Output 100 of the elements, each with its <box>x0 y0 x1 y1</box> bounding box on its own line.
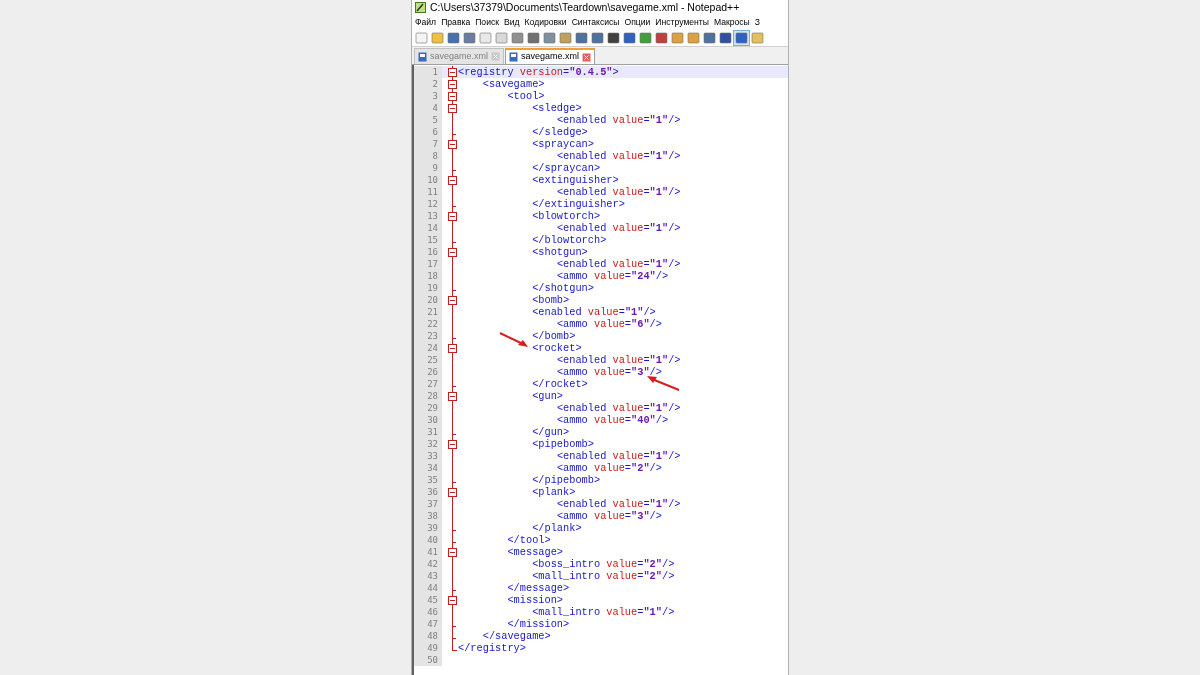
code-line: </registry> <box>458 642 526 654</box>
line-number: 5 <box>414 114 442 126</box>
line-number: 43 <box>414 570 442 582</box>
line-number: 24 <box>414 342 442 354</box>
code-line: </savegame> <box>482 630 551 642</box>
line-number: 11 <box>414 186 442 198</box>
line-number: 16 <box>414 246 442 258</box>
code-line: <enabled value="1"/> <box>532 306 656 318</box>
line-number: 48 <box>414 630 442 642</box>
menu-item[interactable]: Макросы <box>713 16 750 29</box>
fold-toggle-icon[interactable] <box>448 68 457 77</box>
line-number: 9 <box>414 162 442 174</box>
fold-toggle-icon[interactable] <box>448 344 457 353</box>
line-number: 18 <box>414 270 442 282</box>
code-line: <blowtorch> <box>532 210 601 222</box>
menu-item[interactable]: Синтаксисы <box>571 16 620 29</box>
line-number: 17 <box>414 258 442 270</box>
line-number: 28 <box>414 390 442 402</box>
code-line: <extinguisher> <box>532 174 619 186</box>
code-line: </blowtorch> <box>532 234 607 246</box>
line-number: 27 <box>414 378 442 390</box>
line-number: 39 <box>414 522 442 534</box>
code-line: </tool> <box>507 534 551 546</box>
code-line: <savegame> <box>482 78 545 90</box>
line-number: 14 <box>414 222 442 234</box>
code-line: <bomb> <box>532 294 570 306</box>
line-number: 21 <box>414 306 442 318</box>
menu-item[interactable]: Файл <box>415 16 437 29</box>
line-number: 2 <box>414 78 442 90</box>
menu-item[interactable]: Правка <box>441 16 471 29</box>
code-line: <ammo value="2"/> <box>556 462 662 474</box>
fold-toggle-icon[interactable] <box>448 488 457 497</box>
fold-toggle-icon[interactable] <box>448 440 457 449</box>
fold-toggle-icon[interactable] <box>448 140 457 149</box>
code-line: <gun> <box>532 390 564 402</box>
code-line: </message> <box>507 582 570 594</box>
line-number: 34 <box>414 462 442 474</box>
annotation-arrow <box>499 332 529 348</box>
code-line: <ammo value="24"/> <box>556 270 669 282</box>
fold-toggle-icon[interactable] <box>448 104 457 113</box>
code-line: <mission> <box>507 594 564 606</box>
code-line: <enabled value="1"/> <box>556 186 681 198</box>
line-number: 7 <box>414 138 442 150</box>
code-line: </plank> <box>532 522 582 534</box>
code-line: <mall_intro value="2"/> <box>532 570 675 582</box>
code-line: <enabled value="1"/> <box>556 402 681 414</box>
code-line: <enabled value="1"/> <box>556 150 681 162</box>
line-number: 31 <box>414 426 442 438</box>
code-line: <sledge> <box>532 102 582 114</box>
fold-toggle-icon[interactable] <box>448 176 457 185</box>
code-line: <ammo value="6"/> <box>556 318 662 330</box>
line-number: 1 <box>414 66 442 78</box>
fold-toggle-icon[interactable] <box>448 80 457 89</box>
code-line: <ammo value="3"/> <box>556 366 662 378</box>
menu-item[interactable]: Поиск <box>475 16 499 29</box>
line-number: 45 <box>414 594 442 606</box>
line-number: 15 <box>414 234 442 246</box>
fold-toggle-icon[interactable] <box>448 92 457 101</box>
fold-toggle-icon[interactable] <box>448 248 457 257</box>
menu-item[interactable]: Инструменты <box>655 16 709 29</box>
menu-item[interactable]: Вид <box>504 16 520 29</box>
code-line: </spraycan> <box>532 162 601 174</box>
code-line: <spraycan> <box>532 138 594 150</box>
fold-toggle-icon[interactable] <box>448 296 457 305</box>
menu-item[interactable]: Кодировки <box>524 16 567 29</box>
line-number: 44 <box>414 582 442 594</box>
line-number: 10 <box>414 174 442 186</box>
fold-toggle-icon[interactable] <box>448 212 457 221</box>
line-number: 29 <box>414 402 442 414</box>
menu-item[interactable]: З <box>754 16 760 29</box>
code-line: <ammo value="3"/> <box>556 510 662 522</box>
code-line: <enabled value="1"/> <box>556 450 681 462</box>
code-line: </sledge> <box>532 126 588 138</box>
line-number: 4 <box>414 102 442 114</box>
document-icon <box>418 51 427 62</box>
code-line: <ammo value="40"/> <box>556 414 669 426</box>
window-title: C:\Users\37379\Documents\Teardown\savegame.xml - Notepad++ <box>430 0 740 15</box>
line-number: 50 <box>414 654 442 666</box>
line-number: 20 <box>414 294 442 306</box>
code-line: <registry version="0.4.5"> <box>458 66 619 78</box>
menu-item[interactable]: Опции <box>624 16 651 29</box>
code-line: </gun> <box>532 426 570 438</box>
line-number: 38 <box>414 510 442 522</box>
fold-toggle-icon[interactable] <box>448 548 457 557</box>
code-line: <tool> <box>507 90 545 102</box>
code-line: </pipebomb> <box>532 474 601 486</box>
code-line: <enabled value="1"/> <box>556 354 681 366</box>
fold-toggle-icon[interactable] <box>448 392 457 401</box>
code-line: <enabled value="1"/> <box>556 258 681 270</box>
fold-toggle-icon[interactable] <box>448 596 457 605</box>
code-line: <message> <box>507 546 564 558</box>
code-line: <rocket> <box>532 342 582 354</box>
line-number: 25 <box>414 354 442 366</box>
code-line: </rocket> <box>532 378 588 390</box>
line-number: 22 <box>414 318 442 330</box>
line-number: 49 <box>414 642 442 654</box>
line-number: 8 <box>414 150 442 162</box>
file-tab[interactable]: savegame.xml <box>505 48 596 64</box>
code-line: <plank> <box>532 486 576 498</box>
annotation-arrow <box>646 375 680 391</box>
